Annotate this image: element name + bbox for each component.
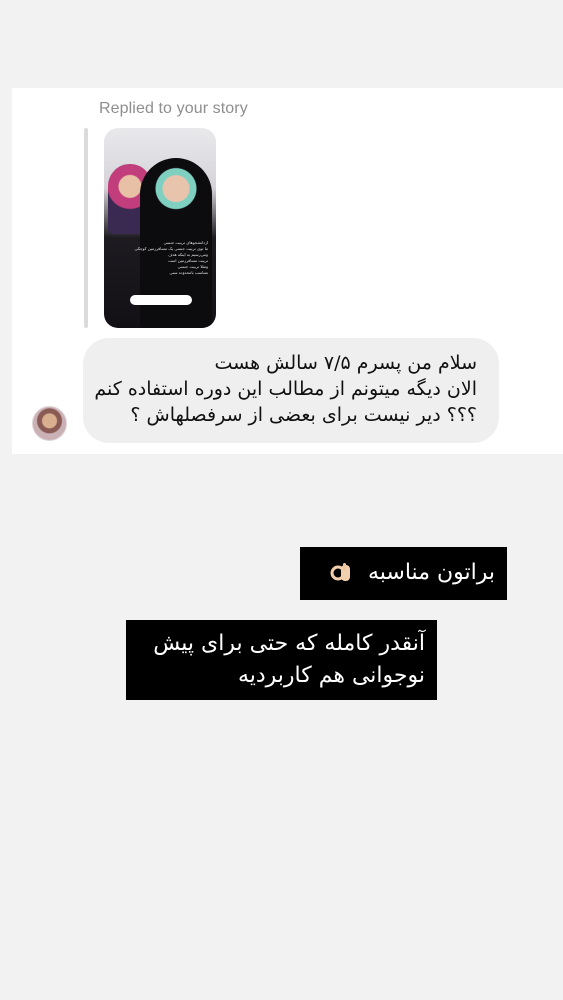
thumbnail-caption-line: ومثلا تربیت جنسی (177, 264, 208, 269)
thumbnail-caption-line: ما توی تربیت جنسی یک مسافرزمین کوچکی (134, 246, 208, 251)
message-bubble[interactable]: سلام من پسرم ۷/۵ سالش هست الان دیگه میتو… (83, 338, 499, 443)
caption-box-1: براتون مناسبه (300, 547, 507, 600)
thumbnail-caption-line: ومی‌رسیم به اینکه هدف (168, 252, 208, 257)
thumbnail-caption-line: ازدانشجوهای تربیت جنسی (163, 240, 208, 245)
thumbnail-pill (130, 295, 192, 305)
message-line: سلام من پسرم ۷/۵ سالش هست (214, 352, 477, 374)
thumbnail-caption-line: تربیت مسافرزمین است (168, 258, 208, 263)
message-line: ؟؟؟ دیر نیست برای بعضی از سرفصلهاش ؟ (130, 404, 477, 426)
caption-1-text: براتون مناسبه (367, 560, 495, 585)
replied-to-story-label: Replied to your story (99, 100, 248, 117)
caption-2-line-2: نوجوانی هم کاربردیه (237, 663, 425, 688)
thumbnail-caption-line: متناسب بامحدوده سنی (169, 270, 208, 275)
story-thumbnail[interactable]: ازدانشجوهای تربیت جنسی ما توی تربیت جنسی… (104, 128, 216, 328)
thumbnail-caption: ازدانشجوهای تربیت جنسی ما توی تربیت جنسی… (112, 240, 208, 288)
caption-box-2: آنقدر کامله که حتی برای پیش نوجوانی هم ک… (126, 620, 437, 700)
sender-avatar[interactable] (32, 406, 67, 441)
story-reply-card: Replied to your story ازدانشجوهای تربیت … (12, 88, 563, 454)
ok-hand-icon (330, 563, 350, 581)
quote-bar (84, 128, 88, 328)
caption-2-line-1: آنقدر کامله که حتی برای پیش (153, 631, 425, 656)
message-line: الان دیگه میتونم از مطالب این دوره استفا… (94, 378, 477, 400)
